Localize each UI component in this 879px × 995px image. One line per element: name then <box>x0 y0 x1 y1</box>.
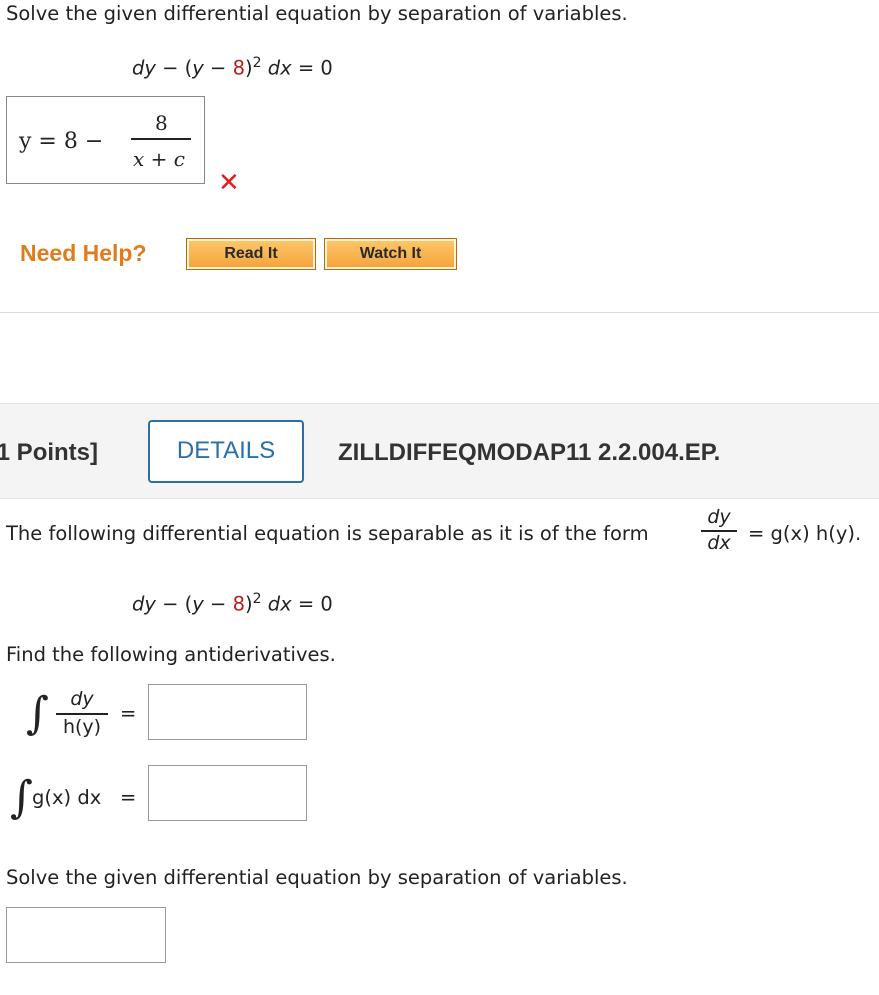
divider <box>0 312 879 313</box>
form-numerator: dy <box>707 506 731 528</box>
details-button[interactable]: DETAILS <box>148 420 304 483</box>
form-denominator: dx <box>707 531 731 554</box>
equals-sign-1: = <box>120 702 137 725</box>
antiderivative-g-input[interactable] <box>148 765 307 821</box>
integrand-denominator: h(y) <box>62 715 102 738</box>
solve-instruction: Solve the given differential equation by… <box>6 866 628 889</box>
separable-intro: The following differential equation is s… <box>6 522 649 545</box>
form-fraction: dy dx <box>701 508 737 553</box>
antiderivative-h-input[interactable] <box>148 684 307 740</box>
integrand-g: g(x) dx <box>32 786 102 809</box>
differential-equation: dy − (y − 8)2 dx = 0 <box>132 55 333 80</box>
fraction-bar <box>131 138 191 140</box>
answer-lhs: y = 8 − <box>19 129 104 154</box>
integrand-fraction: dy h(y) <box>56 690 108 737</box>
integrand-numerator: dy <box>70 688 94 710</box>
instruction-text: Solve the given differential equation by… <box>6 2 628 25</box>
form-rhs: = g(x) h(y). <box>748 522 862 545</box>
question-header: /1 Points] DETAILS ZILLDIFFEQMODAP11 2.2… <box>0 403 879 499</box>
find-antiderivatives: Find the following antiderivatives. <box>6 643 336 666</box>
read-it-button[interactable]: Read It <box>186 238 316 270</box>
answer-numerator: 8 <box>155 111 168 135</box>
answer-denominator: x + c <box>133 147 185 171</box>
integral-sign-2: ∫ <box>10 772 33 823</box>
integrand-fraction-bar <box>56 713 108 715</box>
equals-sign-2: = <box>120 786 137 809</box>
submitted-answer-box[interactable]: y = 8 − 8 x + c <box>6 96 205 184</box>
points-label: /1 Points] <box>0 439 99 466</box>
incorrect-icon: ✕ <box>218 168 240 198</box>
differential-equation-2: dy − (y − 8)2 dx = 0 <box>132 591 333 616</box>
problem-code: ZILLDIFFEQMODAP11 2.2.004.EP. <box>338 439 721 466</box>
watch-it-button[interactable]: Watch It <box>324 238 457 270</box>
solution-input[interactable] <box>6 907 166 963</box>
need-help-label: Need Help? <box>20 240 147 266</box>
integral-sign-1: ∫ <box>26 688 49 739</box>
